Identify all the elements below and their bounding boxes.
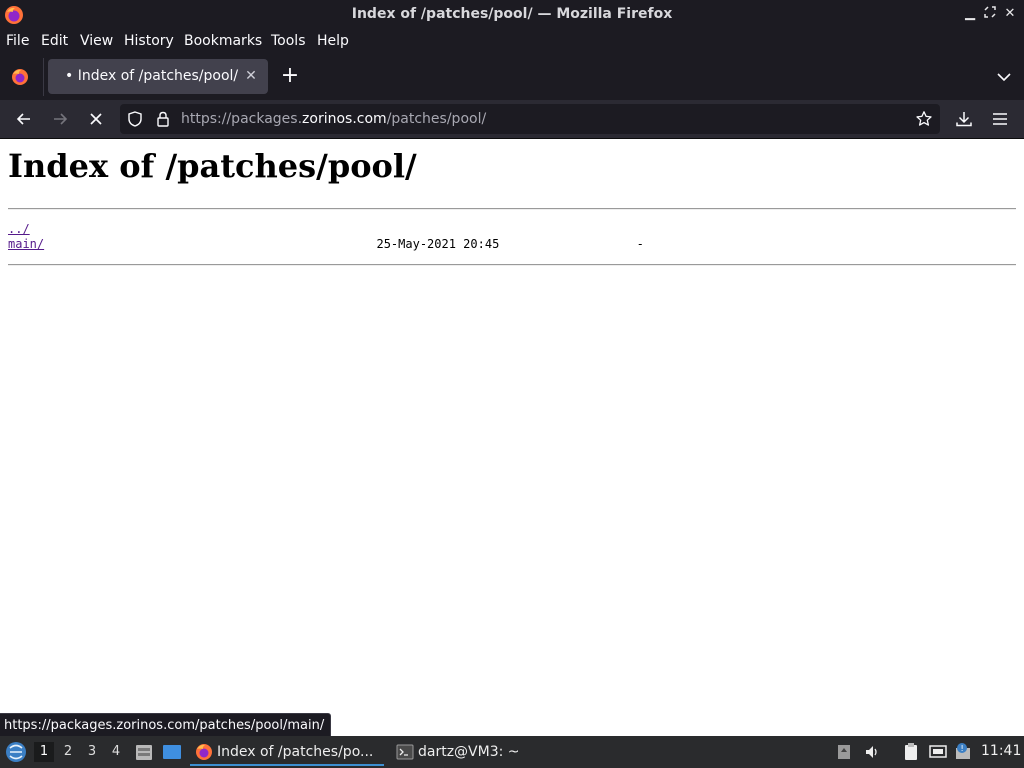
taskbar-task-firefox[interactable]: Index of /patches/po... bbox=[190, 738, 384, 766]
menu-edit[interactable]: Edit bbox=[41, 33, 68, 49]
close-window-icon[interactable]: ✕ bbox=[1002, 6, 1018, 22]
workspace-2[interactable]: 2 bbox=[58, 742, 78, 762]
workspace-4[interactable]: 4 bbox=[106, 742, 126, 762]
top-divider bbox=[8, 208, 1016, 210]
menu-history[interactable]: History bbox=[124, 33, 174, 49]
new-tab-button[interactable]: + bbox=[280, 65, 300, 87]
zorin-menu-icon[interactable] bbox=[4, 740, 28, 764]
workspace-3[interactable]: 3 bbox=[82, 742, 102, 762]
taskbar-task-terminal[interactable]: dartz@VM3: ~ bbox=[392, 738, 562, 766]
window-title: Index of /patches/pool/ — Mozilla Firefo… bbox=[351, 6, 673, 22]
lock-icon[interactable] bbox=[154, 110, 172, 128]
menu-bookmarks[interactable]: Bookmarks bbox=[184, 33, 262, 49]
firefox-view-icon[interactable] bbox=[10, 67, 30, 87]
downloads-icon[interactable] bbox=[954, 109, 974, 129]
clipboard-icon[interactable] bbox=[901, 742, 921, 762]
tab-strip: • Index of /patches/pool/ ✕ + bbox=[0, 54, 1024, 100]
tab-label: • Index of /patches/pool/ bbox=[65, 68, 239, 84]
menubar: File Edit View History Bookmarks Tools H… bbox=[0, 29, 1024, 54]
bookmark-star-icon[interactable] bbox=[915, 110, 933, 128]
back-arrow-icon[interactable] bbox=[14, 109, 34, 129]
parent-directory-link[interactable]: ../ bbox=[8, 222, 30, 236]
file-manager-icon[interactable] bbox=[134, 742, 154, 762]
svg-text:!: ! bbox=[961, 744, 964, 753]
minimize-icon[interactable]: ▁ bbox=[962, 6, 978, 22]
menu-file[interactable]: File bbox=[6, 33, 29, 49]
updates-icon[interactable] bbox=[836, 744, 852, 760]
tracking-protection-shield-icon[interactable] bbox=[126, 110, 144, 128]
hamburger-menu-icon[interactable] bbox=[990, 109, 1010, 129]
status-link-url: https://packages.zorinos.com/patches/poo… bbox=[0, 713, 332, 738]
volume-icon[interactable] bbox=[864, 744, 880, 760]
listing-date: 25-May-2021 20:45 bbox=[376, 237, 500, 251]
tab-index-of-patches-pool[interactable]: • Index of /patches/pool/ ✕ bbox=[48, 59, 268, 94]
network-wired-icon[interactable] bbox=[928, 742, 948, 762]
taskbar-clock[interactable]: 11:41 bbox=[981, 743, 1021, 759]
navigation-toolbar: https://packages.zorinos.com/patches/poo… bbox=[0, 100, 1024, 138]
url-host: zorinos.com bbox=[302, 111, 387, 127]
directory-listing: ../ main/ 25-May-2021 20:45 - bbox=[8, 222, 644, 252]
menu-help[interactable]: Help bbox=[317, 33, 349, 49]
menu-tools[interactable]: Tools bbox=[271, 33, 306, 49]
show-desktop-icon[interactable] bbox=[162, 742, 182, 762]
listing-size: - bbox=[636, 237, 644, 251]
forward-arrow-icon[interactable] bbox=[50, 109, 70, 129]
url-text[interactable]: https://packages.zorinos.com/patches/poo… bbox=[181, 111, 486, 127]
firefox-icon bbox=[196, 744, 212, 760]
directory-link-main[interactable]: main/ bbox=[8, 237, 44, 251]
window-titlebar: Index of /patches/pool/ — Mozilla Firefo… bbox=[0, 0, 1024, 29]
url-path: /patches/pool/ bbox=[386, 111, 487, 127]
chevron-down-icon[interactable] bbox=[994, 67, 1014, 87]
page-heading: Index of /patches/pool/ bbox=[8, 147, 417, 185]
terminal-icon bbox=[396, 744, 414, 760]
taskbar-task-label: Index of /patches/po... bbox=[217, 744, 374, 760]
stop-loading-icon[interactable] bbox=[86, 109, 106, 129]
page-content: Index of /patches/pool/ ../ main/ 25-May… bbox=[0, 139, 1024, 736]
maximize-icon[interactable] bbox=[982, 6, 998, 22]
bottom-divider bbox=[8, 264, 1016, 266]
workspace-1[interactable]: 1 bbox=[34, 742, 54, 762]
taskbar: 1 2 3 4 Index of /patches/po... dartz@VM… bbox=[0, 736, 1024, 768]
url-bar[interactable]: https://packages.zorinos.com/patches/poo… bbox=[120, 104, 940, 134]
tab-strip-divider bbox=[43, 58, 44, 96]
close-tab-icon[interactable]: ✕ bbox=[242, 67, 260, 85]
menu-view[interactable]: View bbox=[80, 33, 113, 49]
notifications-icon[interactable]: ! bbox=[953, 742, 973, 762]
url-prefix: https://packages. bbox=[181, 111, 303, 127]
taskbar-task-label: dartz@VM3: ~ bbox=[418, 744, 520, 760]
